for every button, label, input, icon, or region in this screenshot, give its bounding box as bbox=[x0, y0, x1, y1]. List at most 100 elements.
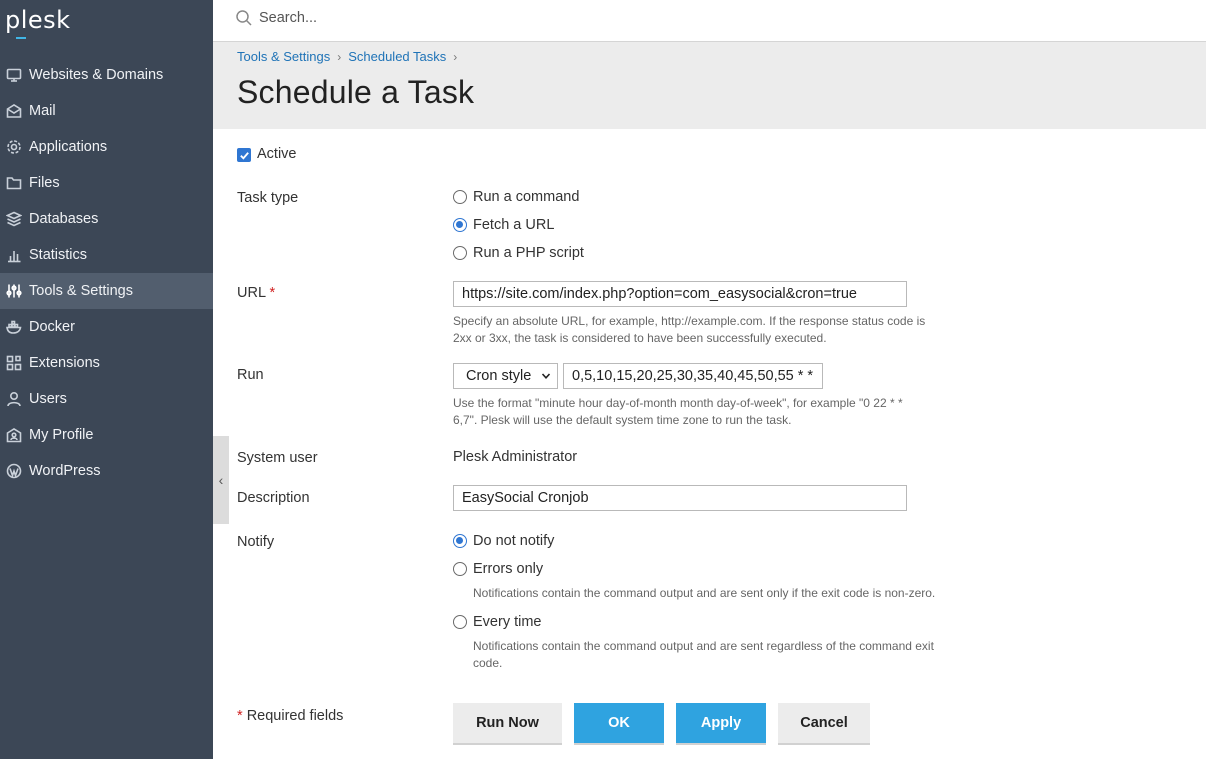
logo-text: plesk bbox=[5, 6, 71, 34]
radio-label: Do not notify bbox=[473, 533, 555, 549]
radio-label: Run a command bbox=[473, 189, 580, 205]
url-label: URL * bbox=[237, 285, 275, 301]
task-type-run-command[interactable]: Run a command bbox=[453, 189, 579, 205]
radio-label: Fetch a URL bbox=[473, 217, 555, 233]
top-search-bar bbox=[213, 0, 1206, 42]
sidebar-item-my-profile[interactable]: My Profile bbox=[0, 417, 213, 453]
radio-button[interactable] bbox=[453, 246, 467, 260]
radio-label: Errors only bbox=[473, 561, 544, 577]
run-hint-line: 6,7". Plesk will use the default system … bbox=[453, 413, 792, 427]
sidebar-item-label: Users bbox=[29, 391, 67, 407]
ok-button[interactable]: OK bbox=[574, 703, 664, 743]
sidebar-item-label: Websites & Domains bbox=[29, 67, 164, 83]
sidebar-item-tools-settings[interactable]: Tools & Settings bbox=[0, 273, 213, 309]
page-header: Tools & Settings › Scheduled Tasks › Sch… bbox=[213, 42, 1206, 129]
sidebar-item-label: Mail bbox=[29, 103, 56, 119]
sidebar-item-mail[interactable]: Mail bbox=[0, 93, 213, 129]
bar-chart-icon bbox=[5, 247, 22, 264]
sidebar-nav: Websites & Domains Mail Applications Fil… bbox=[0, 57, 213, 489]
wordpress-icon bbox=[5, 463, 22, 480]
sidebar-item-extensions[interactable]: Extensions bbox=[0, 345, 213, 381]
errors-only-hint: Notifications contain the command output… bbox=[473, 586, 936, 600]
notify-errors-only[interactable]: Errors only bbox=[453, 561, 543, 577]
url-label-text: URL bbox=[237, 285, 266, 301]
sidebar-item-label: Files bbox=[29, 175, 60, 191]
docker-icon bbox=[5, 319, 22, 336]
check-icon bbox=[239, 151, 249, 160]
profile-icon bbox=[5, 427, 22, 444]
sidebar-item-files[interactable]: Files bbox=[0, 165, 213, 201]
chevron-down-icon bbox=[541, 373, 551, 379]
radio-button[interactable] bbox=[453, 190, 467, 204]
task-type-run-php-script[interactable]: Run a PHP script bbox=[453, 245, 584, 261]
run-mode-select[interactable]: Cron style bbox=[453, 363, 558, 389]
run-label: Run bbox=[237, 367, 264, 383]
sidebar: plesk Websites & Domains Mail Applicatio… bbox=[0, 0, 213, 759]
sidebar-item-applications[interactable]: Applications bbox=[0, 129, 213, 165]
notify-every-time[interactable]: Every time bbox=[453, 614, 542, 630]
task-type-label: Task type bbox=[237, 190, 299, 206]
chevron-right-icon: › bbox=[453, 49, 458, 64]
sidebar-item-websites-domains[interactable]: Websites & Domains bbox=[0, 57, 213, 93]
sidebar-collapse-button[interactable]: ‹ bbox=[213, 436, 229, 524]
sidebar-item-label: Docker bbox=[29, 319, 75, 335]
url-hint-line: Specify an absolute URL, for example, ht… bbox=[453, 314, 926, 328]
monitor-icon bbox=[5, 67, 22, 84]
description-label: Description bbox=[237, 490, 310, 506]
radio-label: Every time bbox=[473, 614, 542, 630]
apply-button[interactable]: Apply bbox=[676, 703, 766, 743]
sidebar-item-label: Extensions bbox=[29, 355, 100, 371]
sidebar-item-label: Databases bbox=[29, 211, 99, 227]
radio-label: Run a PHP script bbox=[473, 245, 584, 261]
system-user-value: Plesk Administrator bbox=[453, 449, 578, 465]
notify-label: Notify bbox=[237, 534, 275, 550]
mail-icon bbox=[5, 103, 22, 120]
chevron-left-icon: ‹ bbox=[218, 472, 224, 488]
radio-button[interactable] bbox=[453, 615, 467, 629]
cron-input[interactable] bbox=[563, 363, 823, 389]
required-mark: * bbox=[269, 285, 276, 301]
sidebar-item-wordpress[interactable]: WordPress bbox=[0, 453, 213, 489]
system-user-label: System user bbox=[237, 450, 318, 466]
description-input[interactable] bbox=[453, 485, 907, 511]
database-icon bbox=[5, 211, 22, 228]
cancel-button[interactable]: Cancel bbox=[778, 703, 870, 743]
breadcrumb: Tools & Settings › Scheduled Tasks › bbox=[237, 49, 464, 64]
url-hint: Specify an absolute URL, for example, ht… bbox=[453, 313, 925, 347]
user-icon bbox=[5, 391, 22, 408]
page-title: Schedule a Task bbox=[237, 74, 475, 110]
search-input[interactable] bbox=[259, 7, 859, 29]
url-input[interactable] bbox=[453, 281, 907, 307]
required-fields-text: Required fields bbox=[246, 708, 344, 724]
sidebar-item-label: Tools & Settings bbox=[29, 283, 133, 299]
run-now-button[interactable]: Run Now bbox=[453, 703, 562, 743]
sidebar-item-label: Statistics bbox=[29, 247, 88, 263]
sidebar-item-docker[interactable]: Docker bbox=[0, 309, 213, 345]
breadcrumb-scheduled-tasks[interactable]: Scheduled Tasks bbox=[348, 49, 446, 64]
breadcrumb-tools-settings[interactable]: Tools & Settings bbox=[237, 49, 330, 64]
task-type-fetch-url[interactable]: Fetch a URL bbox=[453, 217, 554, 233]
run-hint: Use the format "minute hour day-of-month… bbox=[453, 395, 903, 429]
run-mode-value: Cron style bbox=[466, 368, 532, 384]
puzzle-icon bbox=[5, 355, 22, 372]
sidebar-item-users[interactable]: Users bbox=[0, 381, 213, 417]
radio-button[interactable] bbox=[453, 218, 467, 232]
search-icon bbox=[236, 10, 252, 26]
radio-button[interactable] bbox=[453, 534, 467, 548]
gear-icon bbox=[5, 139, 22, 156]
chevron-right-icon: › bbox=[337, 49, 342, 64]
radio-button[interactable] bbox=[453, 562, 467, 576]
plesk-logo[interactable]: plesk bbox=[5, 6, 71, 40]
active-label: Active bbox=[257, 146, 297, 162]
every-time-hint-line: Notifications contain the command output… bbox=[473, 639, 934, 653]
active-checkbox[interactable] bbox=[237, 148, 251, 162]
run-hint-line: Use the format "minute hour day-of-month… bbox=[453, 396, 903, 410]
notify-do-not-notify[interactable]: Do not notify bbox=[453, 533, 554, 549]
sidebar-item-label: WordPress bbox=[29, 463, 101, 479]
sliders-icon bbox=[5, 283, 22, 300]
sidebar-item-databases[interactable]: Databases bbox=[0, 201, 213, 237]
every-time-hint: Notifications contain the command output… bbox=[473, 638, 934, 672]
required-fields-note: * Required fields bbox=[237, 708, 343, 724]
sidebar-item-statistics[interactable]: Statistics bbox=[0, 237, 213, 273]
folder-icon bbox=[5, 175, 22, 192]
